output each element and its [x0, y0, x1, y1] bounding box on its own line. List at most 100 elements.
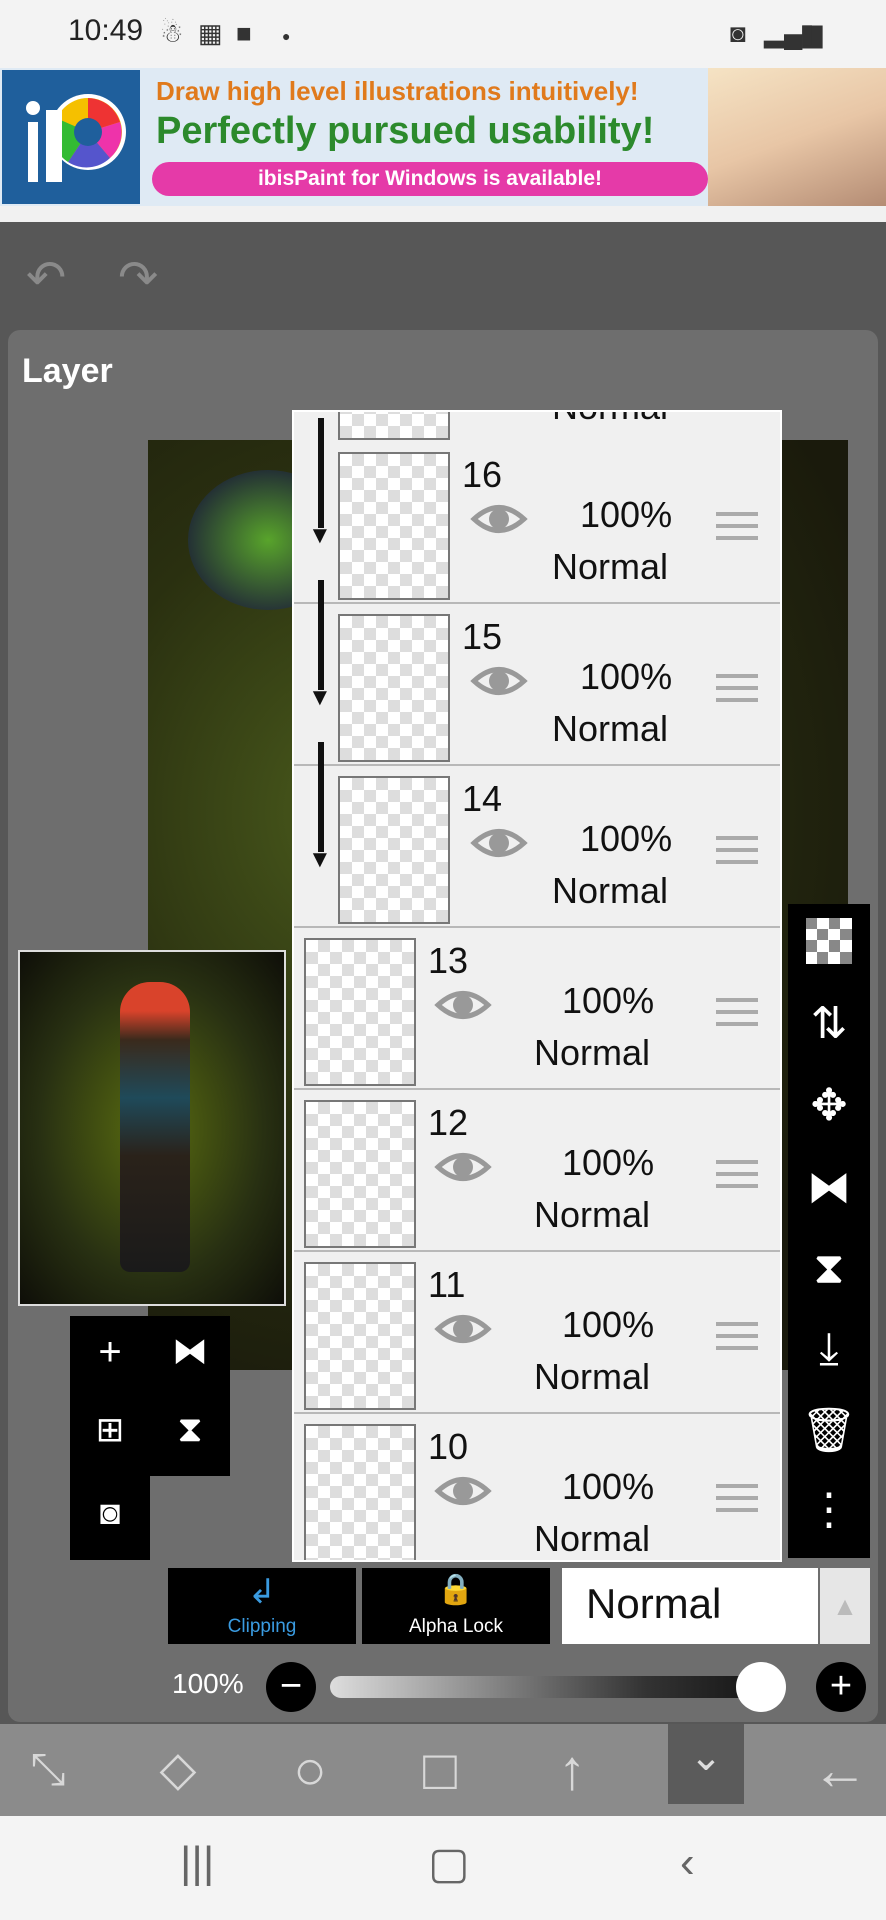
layer-row[interactable]: 15 100% Normal ▼	[294, 580, 780, 766]
layer-thumbnail	[338, 776, 450, 924]
flip-horizontal-icon[interactable]: ⧓	[788, 1162, 870, 1213]
ad-cta[interactable]: ibisPaint for Windows is available!	[152, 162, 708, 196]
drag-handle-icon[interactable]	[716, 1484, 758, 1514]
alpha-lock-button[interactable]: 🔒 Alpha Lock	[362, 1568, 550, 1644]
layer-row[interactable]: 13 100% Normal	[294, 928, 780, 1090]
lock-icon: 🔒	[437, 1573, 475, 1606]
ad-subheadline: Perfectly pursued usability!	[156, 110, 655, 152]
flip-horizontal-icon[interactable]: ⧓	[150, 1330, 230, 1372]
bottom-toolbar: ⤡ ◇ ○ □ ↑ ←	[0, 1724, 886, 1816]
blend-mode-value: Normal	[586, 1580, 722, 1627]
accessibility-icon: ☃	[160, 18, 184, 48]
visibility-eye-icon[interactable]	[470, 656, 528, 706]
visibility-eye-icon[interactable]	[470, 494, 528, 544]
clip-arrowhead-icon: ▼	[308, 522, 332, 549]
layer-preview-thumbnail	[18, 950, 286, 1306]
eraser-icon[interactable]: ◇	[138, 1732, 218, 1808]
layer-opacity: 100%	[562, 980, 655, 1021]
layer-number: 14	[462, 778, 503, 819]
add-layer-icon[interactable]: +	[70, 1330, 150, 1375]
layer-row[interactable]: 12 100% Normal	[294, 1090, 780, 1252]
layer-blend-mode: Normal	[534, 1356, 651, 1397]
clip-arrowhead-icon: ▼	[308, 684, 332, 711]
drag-handle-icon[interactable]	[716, 674, 758, 704]
layer-thumbnail	[338, 614, 450, 762]
visibility-eye-icon[interactable]	[434, 1304, 492, 1354]
rectangle-icon[interactable]: □	[400, 1732, 480, 1808]
layer-thumbnail	[338, 412, 450, 440]
merge-down-icon[interactable]: ⤓	[788, 1324, 870, 1374]
swap-layers-icon[interactable]: ⇅	[788, 998, 870, 1049]
layer-opacity: 100%	[562, 1466, 655, 1507]
opacity-label: 100%	[172, 1668, 244, 1699]
layer-row[interactable]: 10 100% Normal	[294, 1414, 780, 1560]
preview-figure	[120, 982, 190, 1272]
opacity-slider-track[interactable]	[330, 1676, 780, 1698]
flip-vertical-icon[interactable]: ⧗	[150, 1408, 230, 1451]
ellipse-icon[interactable]: ○	[270, 1732, 350, 1808]
more-icon[interactable]: ⋮	[788, 1484, 870, 1535]
ad-headline: Draw high level illustrations intuitivel…	[156, 76, 639, 106]
clip-arrow-icon	[318, 580, 324, 690]
layer-thumbnail	[304, 938, 416, 1086]
drag-handle-icon[interactable]	[716, 836, 758, 866]
transform-icon[interactable]: ⤡	[8, 1732, 88, 1808]
collapse-icon: ⌄	[689, 1735, 723, 1779]
layer-row[interactable]: 16 100% Normal ▼	[294, 418, 780, 604]
clip-arrow-icon	[318, 742, 324, 852]
layer-row[interactable]: 11 100% Normal	[294, 1252, 780, 1414]
layer-row-partial[interactable]: Normal	[294, 412, 780, 444]
opacity-slider-thumb[interactable]	[736, 1662, 786, 1712]
status-time: 10:49	[68, 14, 144, 47]
redo-icon[interactable]: ↷	[118, 250, 158, 306]
duplicate-layer-icon[interactable]: ⊞	[70, 1410, 150, 1450]
opacity-increase-button[interactable]: +	[816, 1662, 866, 1712]
layer-blend-mode: Normal	[552, 870, 669, 911]
drag-handle-icon[interactable]	[716, 1160, 758, 1190]
home-icon[interactable]: ▢	[428, 1838, 470, 1889]
ibispaint-logo	[2, 70, 140, 204]
blend-mode-arrow-icon[interactable]: ▲	[820, 1568, 870, 1644]
layer-number: 12	[428, 1102, 469, 1143]
layer-thumbnail	[304, 1100, 416, 1248]
layer-number: 11	[428, 1264, 466, 1305]
layer-row[interactable]: 14 100% Normal ▼	[294, 742, 780, 928]
layer-number: 13	[428, 940, 469, 981]
data-saver-icon: ◙	[730, 18, 746, 48]
layer-list[interactable]: Normal 16 100% Normal ▼ 15 100% Normal ▼ 14 100% N…	[292, 410, 782, 1562]
drag-handle-icon[interactable]	[716, 512, 758, 542]
visibility-eye-icon[interactable]	[434, 1466, 492, 1516]
layer-thumbnail	[338, 452, 450, 600]
chat-icon: ■	[236, 18, 252, 48]
layer-opacity: 100%	[580, 818, 673, 859]
camera-icon[interactable]: ◙	[70, 1494, 150, 1533]
flip-vertical-icon[interactable]: ⧗	[788, 1244, 870, 1294]
opacity-decrease-button[interactable]: −	[266, 1662, 316, 1712]
trash-icon[interactable]: 🗑	[788, 1404, 870, 1456]
layer-opacity: 100%	[580, 656, 673, 697]
back-icon[interactable]: ‹	[680, 1838, 695, 1888]
dot-icon: ●	[282, 28, 291, 44]
drag-handle-icon[interactable]	[716, 998, 758, 1028]
back-arrow-icon[interactable]: ←	[800, 1732, 880, 1808]
move-icon[interactable]: ✥	[788, 1080, 870, 1131]
undo-icon[interactable]: ↶	[26, 250, 66, 306]
layer-number: 15	[462, 616, 503, 657]
ad-banner[interactable]: Draw high level illustrations intuitivel…	[0, 68, 886, 206]
clipping-button[interactable]: ↲ Clipping	[168, 1568, 356, 1644]
layer-opacity: 100%	[580, 494, 673, 535]
drag-handle-icon[interactable]	[716, 1322, 758, 1352]
layer-blend-mode: Normal	[552, 546, 669, 587]
transparent-fill-icon[interactable]	[788, 918, 870, 975]
arrow-up-icon[interactable]: ↑	[532, 1732, 612, 1808]
clip-arrow-icon	[318, 418, 324, 528]
status-bar: 10:49 ☃ ▦ ■ ● ◙ ▂▄▆ ▮	[0, 0, 886, 68]
collapse-button[interactable]: ⌄	[668, 1724, 744, 1804]
layer-add-tools: + ⊞ ◙	[70, 1316, 150, 1560]
layer-number: 10	[428, 1426, 469, 1467]
right-toolbar: ⇅ ✥ ⧓ ⧗ ⤓ 🗑 ⋮	[788, 904, 870, 1558]
visibility-eye-icon[interactable]	[434, 980, 492, 1030]
recent-apps-icon[interactable]: |||	[180, 1838, 214, 1888]
visibility-eye-icon[interactable]	[434, 1142, 492, 1192]
visibility-eye-icon[interactable]	[470, 818, 528, 868]
